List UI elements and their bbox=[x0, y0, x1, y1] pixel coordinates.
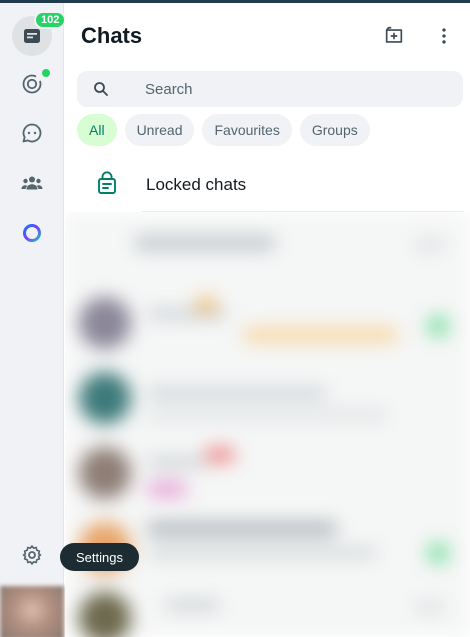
search-bar bbox=[77, 71, 463, 107]
lock-icon bbox=[98, 171, 116, 194]
unread-count-badge: 102 bbox=[34, 11, 67, 29]
search-input[interactable] bbox=[145, 71, 445, 107]
blurred-text bbox=[415, 602, 445, 612]
avatar bbox=[79, 447, 131, 499]
navigation-rail: 102 bbox=[0, 3, 67, 637]
settings-tooltip: Settings bbox=[60, 543, 139, 571]
communities-nav-button[interactable] bbox=[12, 163, 52, 203]
blurred-text bbox=[415, 240, 445, 250]
blurred-text bbox=[243, 327, 398, 343]
list-item[interactable] bbox=[65, 582, 470, 637]
locked-chats-label: Locked chats bbox=[146, 175, 247, 194]
profile-avatar[interactable] bbox=[0, 586, 64, 637]
status-icon bbox=[22, 74, 42, 94]
new-chat-button[interactable] bbox=[378, 20, 410, 52]
more-vertical-icon bbox=[442, 28, 446, 44]
blurred-text bbox=[147, 410, 387, 420]
search-icon bbox=[94, 82, 108, 96]
page-title: Chats bbox=[81, 23, 143, 48]
menu-button[interactable] bbox=[428, 20, 460, 52]
filter-unread[interactable]: Unread bbox=[124, 114, 195, 146]
new-chat-icon bbox=[385, 26, 403, 43]
filter-favourites[interactable]: Favourites bbox=[202, 114, 292, 146]
settings-nav-button[interactable] bbox=[12, 535, 52, 575]
avatar bbox=[79, 297, 131, 349]
blurred-emoji bbox=[195, 297, 217, 313]
blurred-text bbox=[147, 457, 207, 467]
avatar bbox=[79, 592, 131, 637]
filter-groups[interactable]: Groups bbox=[299, 114, 370, 146]
blurred-text bbox=[135, 236, 275, 250]
blurred-emoji bbox=[205, 447, 235, 463]
meta-ai-icon bbox=[23, 224, 41, 242]
avatar bbox=[79, 372, 131, 424]
channels-icon bbox=[22, 123, 42, 143]
blurred-text bbox=[147, 522, 337, 536]
channels-nav-button[interactable] bbox=[12, 113, 52, 153]
list-item[interactable] bbox=[65, 437, 470, 509]
blurred-text bbox=[147, 548, 377, 558]
unread-indicator bbox=[427, 542, 449, 564]
meta-ai-nav-button[interactable] bbox=[12, 213, 52, 253]
blurred-text bbox=[165, 600, 220, 610]
blurred-chats bbox=[65, 212, 470, 637]
gear-icon bbox=[22, 545, 42, 565]
filter-all[interactable]: All bbox=[77, 114, 117, 146]
communities-icon bbox=[21, 176, 43, 190]
chat-list-panel: Chats All Unread Favourites Groups bbox=[65, 3, 470, 637]
list-item[interactable] bbox=[65, 287, 470, 359]
new-status-dot bbox=[42, 69, 50, 77]
filter-chips: All Unread Favourites Groups bbox=[77, 114, 370, 146]
chat-list bbox=[65, 212, 470, 637]
list-item[interactable] bbox=[65, 212, 470, 284]
blurred-text bbox=[147, 309, 227, 319]
unread-indicator bbox=[427, 315, 449, 337]
list-item[interactable] bbox=[65, 362, 470, 434]
locked-chats-row[interactable]: Locked chats bbox=[65, 156, 470, 212]
blurred-emoji bbox=[147, 481, 187, 497]
blurred-text bbox=[147, 388, 327, 398]
